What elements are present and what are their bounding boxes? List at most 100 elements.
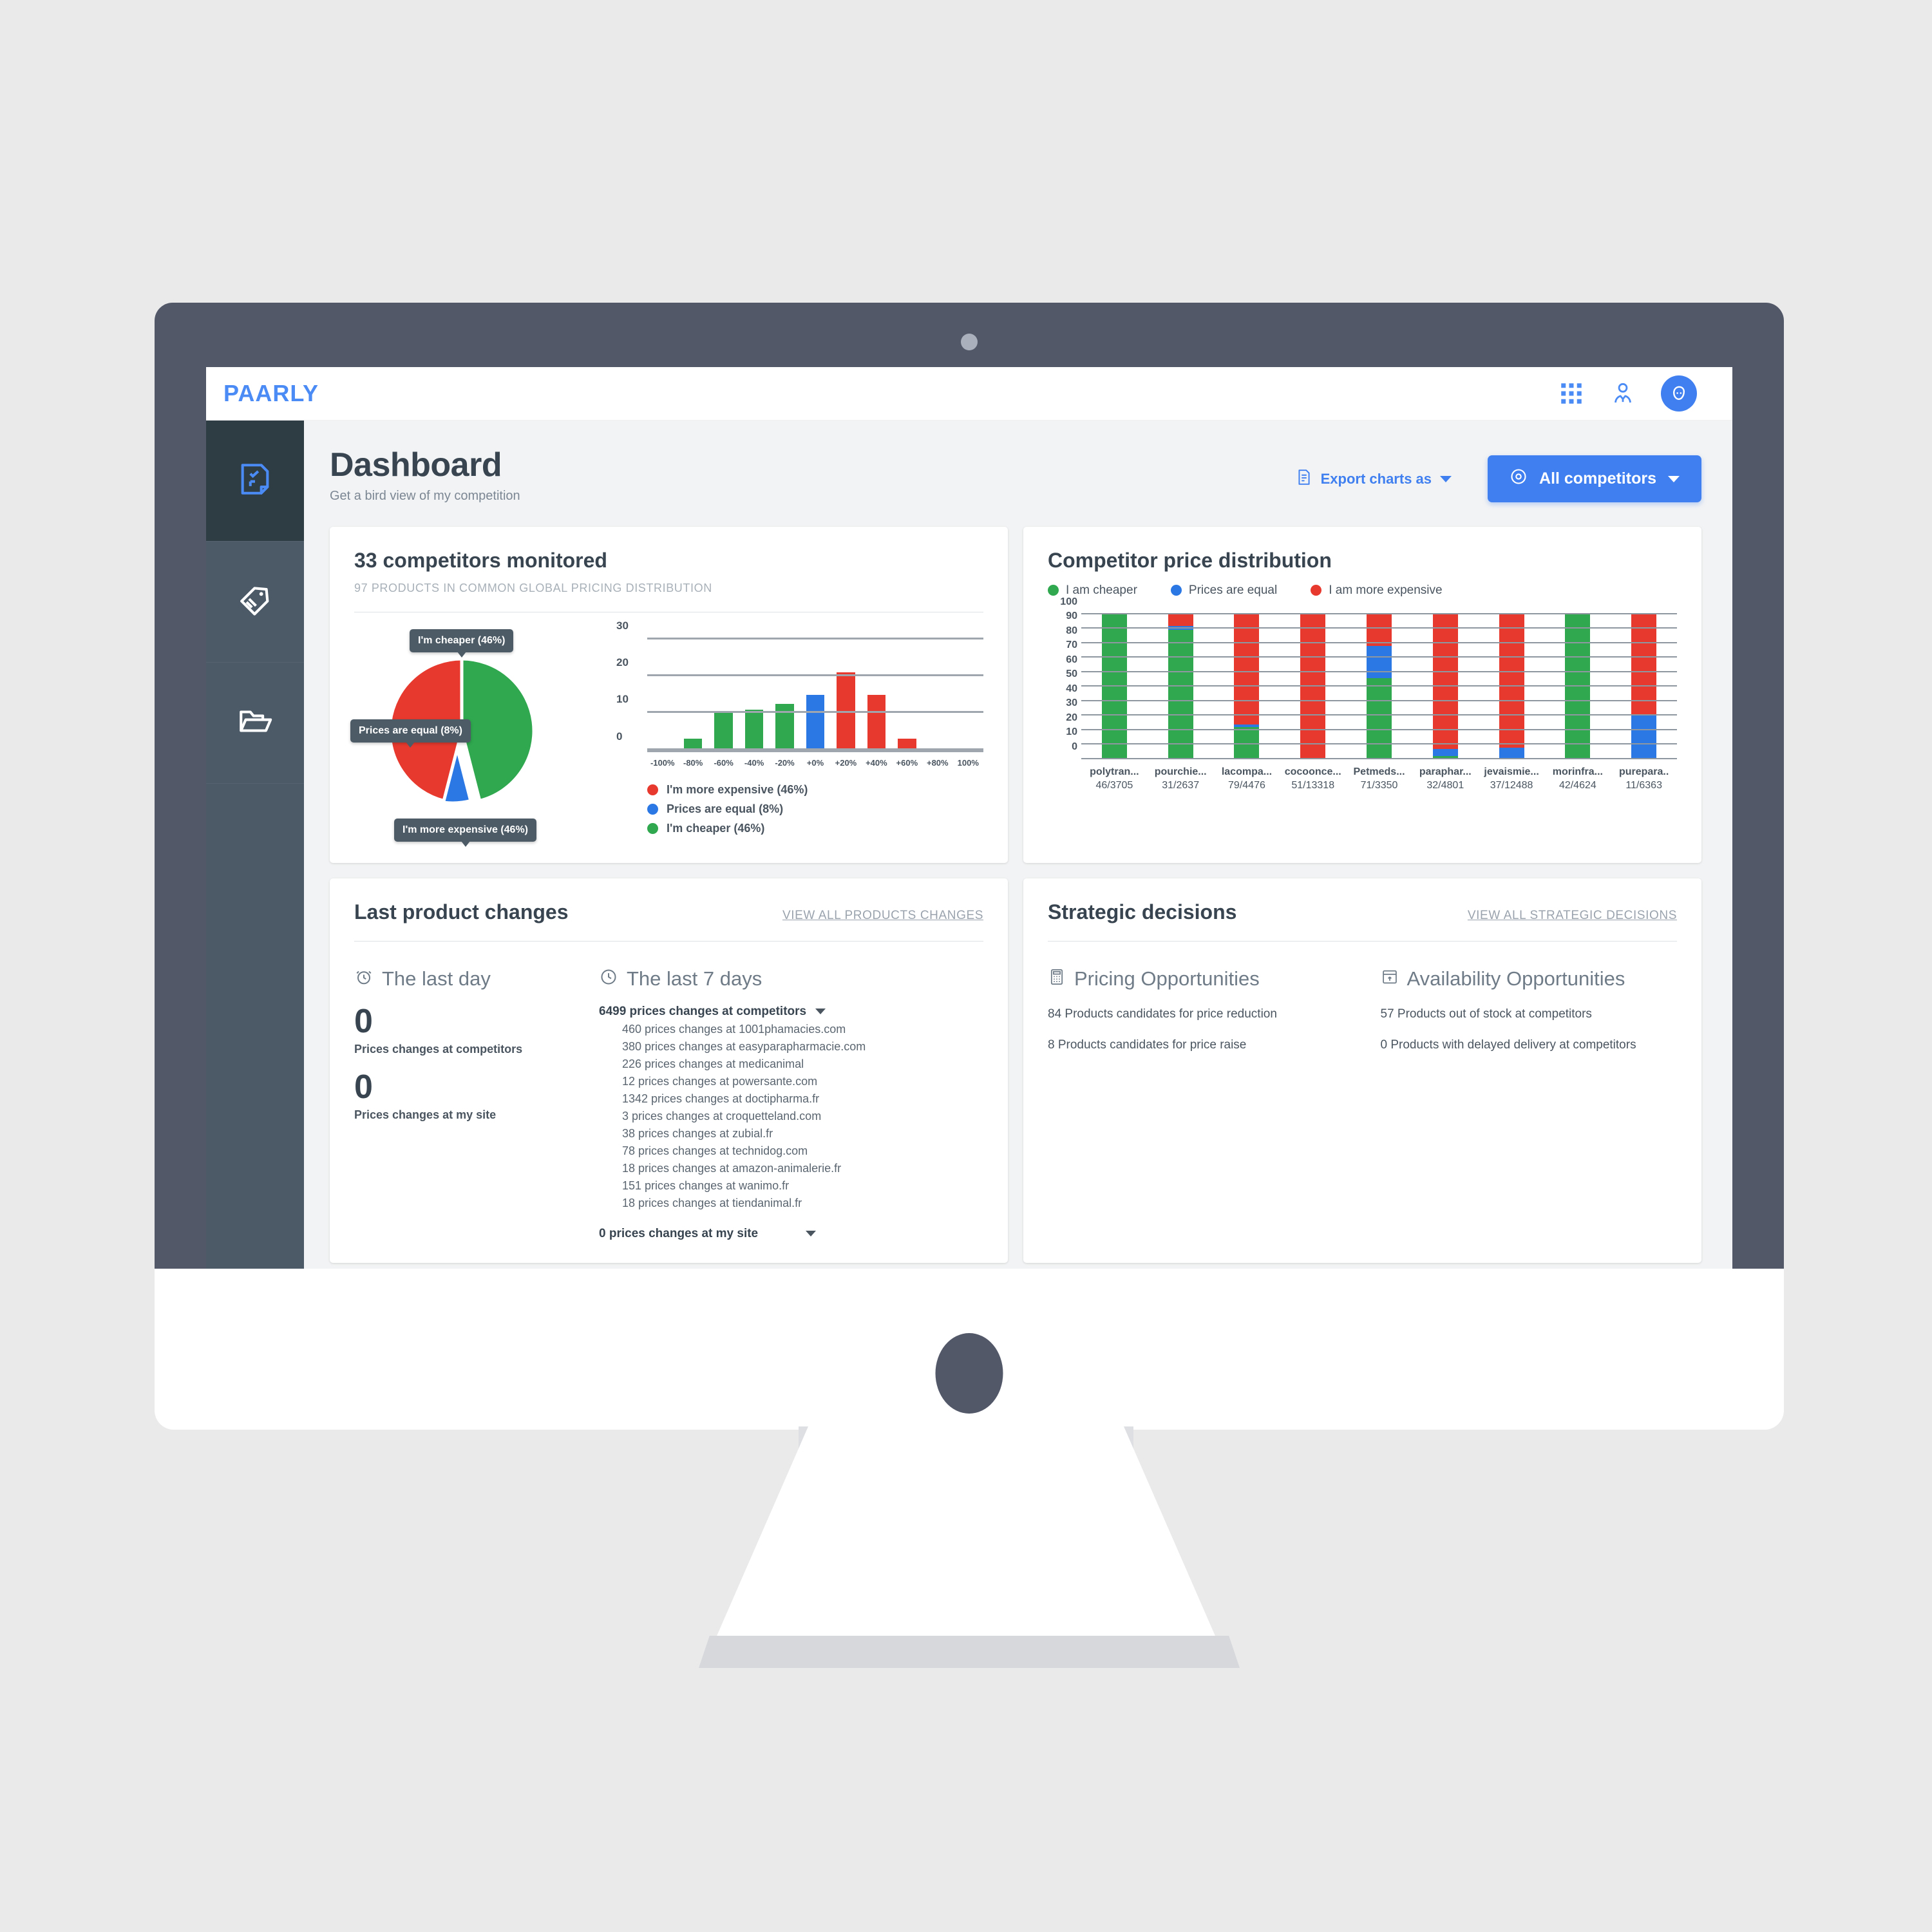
distribution-chart: 0 10 20 30 40 50 60 70 80 90 100 polytran... 46/370… (1048, 596, 1677, 791)
last-day-header: The last day (354, 967, 599, 990)
legend-label: I'm more expensive (46%) (667, 782, 808, 796)
histogram-legend: I'm more expensive (46%) Prices are equal… (647, 783, 983, 835)
histogram-bars (647, 639, 983, 750)
bar (867, 694, 886, 750)
competitor-ratio: 79/4476 (1228, 779, 1265, 791)
y-tick-label: 80 (1066, 625, 1077, 636)
competitor-change-line: 38 prices changes at zubial.fr (622, 1126, 773, 1140)
legend-item: I'm more expensive (46%) (647, 783, 983, 797)
competitor-ratio: 32/4801 (1426, 779, 1464, 791)
y-tick-label: 30 (616, 619, 629, 632)
card-title: Last product changes (354, 900, 569, 923)
gridline (1081, 612, 1677, 614)
x-tick-label: 100% (957, 757, 979, 768)
competitor-change-line: 380 prices changes at easyparapharmacie.… (622, 1039, 866, 1053)
bar-segment (1631, 715, 1657, 759)
bar-cell (922, 639, 952, 750)
avatar[interactable] (1661, 375, 1697, 412)
sidebar-item-folders[interactable] (206, 663, 304, 784)
competitor-change-line: 12 prices changes at powersante.com (622, 1074, 818, 1088)
y-tick-label: 0 (1072, 741, 1077, 752)
competitor-change-line: 1342 prices changes at doctipharma.fr (622, 1092, 820, 1105)
stacked-bar (1565, 614, 1591, 759)
all-competitors-label: All competitors (1539, 469, 1656, 488)
stacked-bar (1168, 614, 1193, 759)
x-tick-group: purepara.. 11/6363 (1611, 766, 1677, 791)
competitor-name: pourchie... (1154, 766, 1207, 777)
bar-segment (1300, 614, 1326, 759)
competitor-ratio: 11/6363 (1625, 779, 1662, 791)
bar-segment (1366, 677, 1392, 759)
availability-line: 0 Products with delayed delivery at comp… (1380, 1037, 1636, 1052)
chevron-down-icon (815, 1009, 826, 1015)
card-subtitle: 97 PRODUCTS IN COMMON GLOBAL PRICING DIS… (354, 581, 712, 594)
y-tick-label: 70 (1066, 639, 1077, 651)
competitor-name: lacompa... (1221, 766, 1273, 777)
histogram-x-axis: -100% -80% -60% -40% -20% +0% +20% +40% +60% +80%… (647, 758, 983, 768)
chevron-down-icon (806, 1231, 817, 1237)
sidebar-item-tags[interactable] (206, 542, 304, 663)
histogram-plot: 0 10 20 30 (616, 620, 983, 752)
legend-color-dot (647, 784, 658, 795)
x-tick-group: paraphar... 32/4801 (1412, 766, 1479, 791)
my-site-changes-toggle[interactable]: 0 prices changes at my site (599, 1227, 983, 1241)
view-all-products-changes-link[interactable]: VIEW ALL PRODUCTS CHANGES (782, 909, 983, 923)
y-tick-label: 90 (1066, 611, 1077, 622)
x-tick-group: Petmeds... 71/3350 (1346, 766, 1412, 791)
bar-cell (861, 639, 891, 750)
page-title: Dashboard (330, 446, 502, 484)
bar-segment (1168, 614, 1193, 626)
gridline (1081, 656, 1677, 658)
gridline (1081, 685, 1677, 687)
bar-cell (1611, 614, 1677, 759)
pricing-line: 84 Products candidates for price reducti… (1048, 1007, 1277, 1021)
legend-label: I am more expensive (1329, 583, 1443, 597)
competitors-changes-toggle[interactable]: 6499 prices changes at competitors (599, 1005, 983, 1019)
bar-cell (647, 639, 677, 750)
divider (1048, 940, 1677, 942)
competitor-ratio: 37/12488 (1490, 779, 1533, 791)
view-all-strategic-decisions-link[interactable]: VIEW ALL STRATEGIC DECISIONS (1468, 909, 1677, 923)
header-actions: Export charts as All competitors (1296, 448, 1701, 502)
pricing-opportunities-header: Pricing Opportunities (1048, 967, 1345, 990)
webcam-icon (961, 334, 978, 350)
y-tick-label: 100 (1060, 596, 1077, 607)
stacked-bar (1366, 614, 1392, 759)
card-title: Strategic decisions (1048, 900, 1237, 923)
bar-segment (1168, 630, 1193, 759)
availability-opportunities-title: Availability Opportunities (1406, 967, 1625, 990)
card-last-product-changes: Last product changes VIEW ALL PRODUCTS C… (330, 878, 1008, 1263)
legend-label: I am cheaper (1066, 583, 1137, 597)
bar-cell (953, 639, 983, 750)
competitor-change-line: 3 prices changes at croquetteland.com (622, 1109, 822, 1122)
brand-logo[interactable]: PAARLY (223, 380, 319, 407)
page-subtitle: Get a bird view of my competition (330, 488, 520, 503)
sidebar-item-dashboard[interactable] (206, 421, 304, 542)
legend-label: Prices are equal (8%) (667, 802, 784, 815)
export-charts-button[interactable]: Export charts as (1296, 469, 1452, 489)
availability-line: 57 Products out of stock at competitors (1380, 1007, 1592, 1021)
box-upload-icon (1381, 968, 1399, 989)
eye-icon (1510, 468, 1528, 490)
y-tick-label: 0 (616, 730, 623, 743)
competitor-changes-list: 460 prices changes at 1001phamacies.com 3… (599, 1023, 983, 1210)
screen: PAARLY Dashboard Get a bird view of my c… (206, 367, 1732, 1269)
bar-segment (1499, 614, 1524, 748)
distribution-legend: I am cheaper Prices are equal I am more ex… (1048, 583, 1677, 598)
metric-value: 0 (354, 1002, 373, 1040)
legend-color-dot (647, 803, 658, 815)
user-account-icon[interactable] (1609, 380, 1636, 407)
legend-item: I am cheaper (1048, 583, 1137, 598)
pricing-opportunities-title: Pricing Opportunities (1074, 967, 1260, 990)
grid-apps-icon[interactable] (1558, 380, 1585, 407)
x-tick-group: polytran... 46/3705 (1081, 766, 1148, 791)
stacked-bar (1432, 614, 1458, 759)
competitor-change-line: 78 prices changes at technidog.com (622, 1144, 808, 1157)
x-tick-label: +60% (896, 757, 918, 768)
all-competitors-button[interactable]: All competitors (1488, 455, 1701, 502)
legend-label: I'm cheaper (46%) (667, 821, 765, 835)
competitor-name: Petmeds... (1353, 766, 1405, 777)
legend-color-dot (1048, 585, 1059, 596)
chevron-down-icon (1668, 475, 1680, 482)
stacked-bar (1499, 614, 1524, 759)
